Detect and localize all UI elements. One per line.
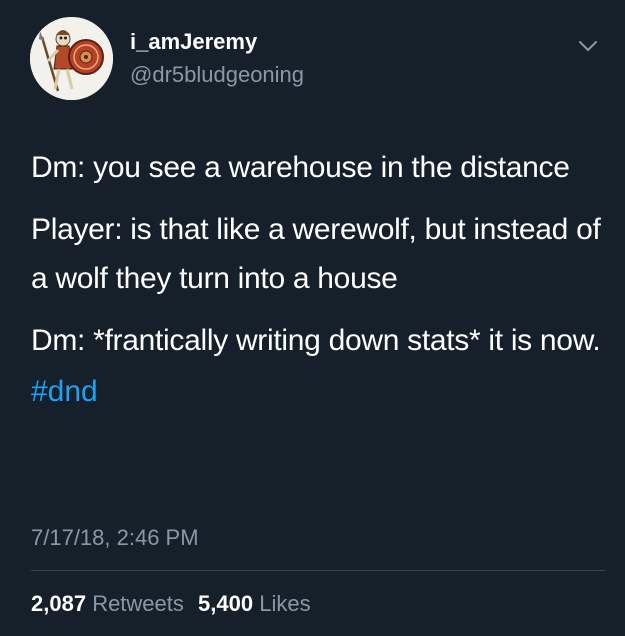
likes-label: Likes bbox=[259, 591, 311, 616]
retweets-label: Retweets bbox=[92, 591, 184, 616]
user-handle[interactable]: @dr5bludgeoning bbox=[130, 61, 304, 89]
tweet-stats: 2,087 Retweets 5,400 Likes bbox=[31, 590, 311, 618]
display-name[interactable]: i_amJeremy bbox=[130, 28, 257, 56]
retweets-stat[interactable]: 2,087 Retweets bbox=[31, 591, 190, 616]
tweet-timestamp[interactable]: 7/17/18, 2:46 PM bbox=[31, 524, 199, 552]
divider bbox=[31, 570, 605, 571]
hashtag-link[interactable]: #dnd bbox=[31, 372, 616, 412]
avatar[interactable] bbox=[30, 17, 113, 100]
tweet-card: i_amJeremy @dr5bludgeoning Dm: you see a… bbox=[0, 0, 625, 636]
likes-count: 5,400 bbox=[198, 591, 254, 616]
retweets-count: 2,087 bbox=[31, 591, 87, 616]
tweet-paragraph: Dm: you see a warehouse in the distance bbox=[31, 151, 570, 184]
tweet-text: Dm: you see a warehouse in the distance … bbox=[31, 143, 616, 412]
skeleton-warrior-icon bbox=[30, 17, 113, 100]
likes-stat[interactable]: 5,400 Likes bbox=[198, 591, 311, 616]
chevron-down-icon[interactable] bbox=[577, 38, 599, 54]
tweet-paragraph: Player: is that like a werewolf, but ins… bbox=[31, 213, 601, 295]
tweet-paragraph: Dm: *frantically writing down stats* it … bbox=[31, 324, 601, 357]
